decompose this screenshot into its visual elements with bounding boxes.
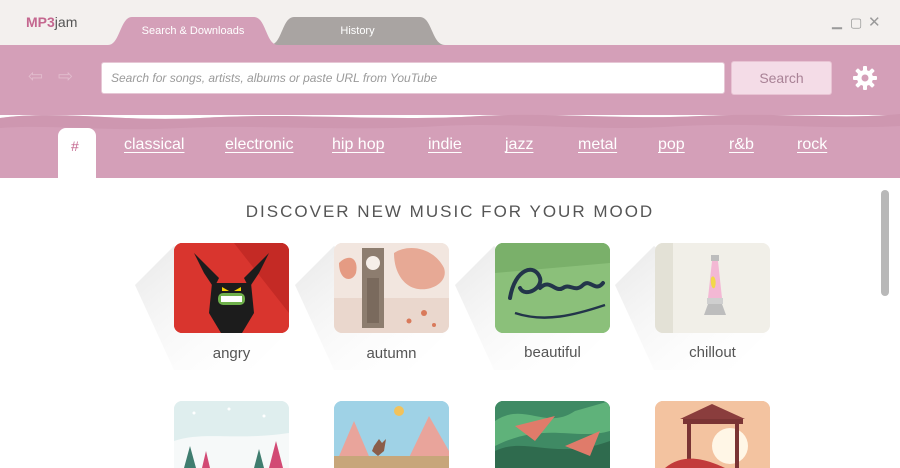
tab-search-downloads[interactable]: Search & Downloads	[108, 17, 278, 45]
genre-pop[interactable]: pop	[658, 136, 685, 154]
page-heading: DISCOVER NEW MUSIC FOR YOUR MOOD	[245, 202, 655, 221]
genre-hip-hop[interactable]: hip hop	[332, 136, 385, 154]
mood-label-beautiful: beautiful	[524, 344, 581, 361]
close-icon[interactable]: ✕	[868, 13, 881, 31]
leaves-artwork-icon	[495, 401, 610, 468]
tab-history[interactable]: History	[270, 17, 445, 45]
genre-rnb[interactable]: r&b	[729, 136, 754, 154]
title-bar: MP3jam History Search & Downloads ▁ ▢ ✕	[0, 0, 900, 45]
back-arrow-icon[interactable]: ⇦	[28, 66, 43, 87]
angry-artwork-icon	[174, 243, 289, 333]
app-logo: MP3jam	[26, 14, 77, 30]
maximize-icon[interactable]: ▢	[850, 15, 862, 31]
chillout-artwork-icon	[655, 243, 770, 333]
mood-tile-angry[interactable]	[174, 243, 289, 333]
genre-metal[interactable]: metal	[578, 136, 617, 154]
genre-classical[interactable]: classical	[124, 136, 184, 154]
toolbar: ⇦ ⇨ Search	[0, 45, 900, 115]
mood-tile-row2-2[interactable]	[334, 401, 449, 468]
logo-jam: jam	[54, 14, 78, 30]
mood-label-chillout: chillout	[689, 344, 736, 361]
logo-mp3: MP3	[26, 14, 55, 30]
mood-tile-row2-1[interactable]	[174, 401, 289, 468]
mood-tile-autumn[interactable]	[334, 243, 449, 333]
winter-artwork-icon	[174, 401, 289, 468]
minimize-icon[interactable]: ▁	[832, 14, 842, 30]
mood-tile-row2-3[interactable]	[495, 401, 610, 468]
gazebo-artwork-icon	[655, 401, 770, 468]
genre-jazz[interactable]: jazz	[505, 136, 533, 154]
genre-hash[interactable]: #	[71, 138, 79, 154]
deer-artwork-icon	[334, 401, 449, 468]
autumn-artwork-icon	[334, 243, 449, 333]
mood-label-angry: angry	[212, 345, 251, 362]
tab-history-label: History	[340, 25, 375, 37]
search-input[interactable]	[101, 62, 725, 94]
mood-tile-chillout[interactable]	[655, 243, 770, 333]
mood-tile-beautiful[interactable]	[495, 243, 610, 333]
genre-indie[interactable]: indie	[428, 136, 462, 154]
forward-arrow-icon[interactable]: ⇨	[58, 66, 73, 87]
scrollbar-thumb[interactable]	[881, 190, 889, 296]
mood-label-autumn: autumn	[366, 345, 417, 362]
search-button[interactable]: Search	[731, 61, 832, 95]
tab-search-downloads-label: Search & Downloads	[141, 25, 245, 37]
genre-electronic[interactable]: electronic	[225, 136, 293, 154]
gear-icon[interactable]	[851, 64, 879, 92]
genre-rock[interactable]: rock	[797, 136, 827, 154]
beautiful-artwork-icon	[495, 243, 610, 333]
mood-tile-row2-4[interactable]	[655, 401, 770, 468]
